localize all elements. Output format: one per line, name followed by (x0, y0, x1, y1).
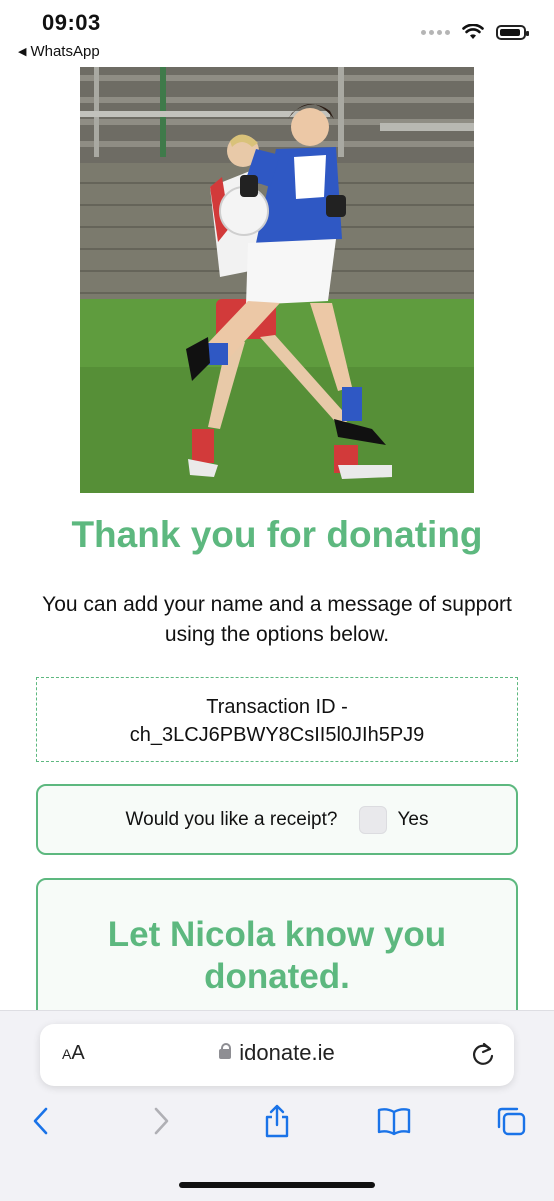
transaction-id-value: ch_3LCJ6PBWY8CsII5l0JIh5PJ9 (129, 724, 425, 746)
bookmarks-icon[interactable] (374, 1101, 414, 1141)
notify-title-line1: Let Nicola know you (107, 915, 447, 954)
forward-chevron-icon[interactable] (141, 1101, 181, 1141)
tabs-icon[interactable] (491, 1101, 531, 1141)
instructions-text: You can add your name and a message of s… (42, 593, 512, 646)
hero-photo (80, 67, 474, 493)
address-bar[interactable]: AA idonate.ie (40, 1024, 514, 1086)
battery-icon (496, 24, 529, 40)
status-icons (421, 24, 529, 40)
transaction-id-box: Transaction ID - ch_3LCJ6PBWY8CsII5l0JIh… (36, 677, 518, 762)
notify-title-line2: donated. (204, 957, 350, 996)
reload-icon[interactable] (470, 1041, 496, 1067)
receipt-checkbox[interactable] (359, 805, 388, 834)
back-chevron-icon[interactable] (21, 1101, 61, 1141)
url-text: idonate.ie (239, 1040, 335, 1065)
thank-you-heading: Thank you for donating (71, 514, 483, 555)
browser-bottom-bar: AA idonate.ie (0, 1010, 554, 1201)
status-bar: 09:03 ◀ WhatsApp (0, 0, 554, 66)
home-indicator[interactable] (179, 1182, 375, 1188)
share-icon[interactable] (257, 1101, 297, 1141)
back-app-label: WhatsApp (30, 43, 100, 60)
status-time: 09:03 (42, 10, 101, 35)
browser-toolbar (0, 1101, 554, 1141)
url-display[interactable]: idonate.ie (40, 1040, 514, 1066)
receipt-question: Would you like a receipt? (125, 808, 338, 830)
receipt-option: Would you like a receipt? Yes (36, 784, 518, 855)
transaction-id-label: Transaction ID - (206, 696, 348, 718)
back-to-app-link[interactable]: ◀ WhatsApp (18, 43, 100, 60)
wifi-icon (462, 24, 484, 39)
lock-icon (219, 1043, 232, 1059)
signal-dots-icon (421, 29, 450, 35)
back-triangle-icon: ◀ (18, 46, 27, 58)
receipt-yes-label[interactable]: Yes (397, 809, 428, 831)
